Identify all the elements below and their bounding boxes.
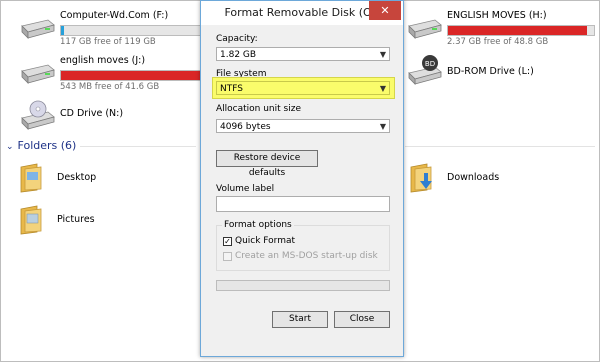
desktop-folder-icon xyxy=(20,163,42,193)
bd-rom-drive-icon: BD xyxy=(408,55,442,85)
allocation-select[interactable]: 4096 bytes ▼ xyxy=(216,119,390,133)
drive-name: CD Drive (N:) xyxy=(60,108,124,119)
quick-format-checkbox[interactable]: ✓ xyxy=(223,237,232,246)
drive-usage-fill xyxy=(61,26,64,35)
start-button[interactable]: Start xyxy=(272,311,328,328)
restore-defaults-button[interactable]: Restore device defaults xyxy=(216,150,318,178)
chevron-down-icon: ▼ xyxy=(379,50,386,59)
quick-format-label[interactable]: Quick Format xyxy=(235,236,295,246)
pictures-folder-icon xyxy=(20,205,42,235)
capacity-value: 1.82 GB xyxy=(220,50,257,60)
downloads-folder-icon xyxy=(410,163,432,193)
hard-drive-icon xyxy=(408,19,442,39)
drive-usage-bar xyxy=(60,70,208,81)
msdos-startup-label: Create an MS-DOS start-up disk xyxy=(235,251,378,261)
chevron-down-icon: ⌄ xyxy=(6,142,14,152)
allocation-label: Allocation unit size xyxy=(216,104,301,114)
capacity-label: Capacity: xyxy=(216,34,258,44)
format-options-label: Format options xyxy=(222,220,294,230)
filesystem-value: NTFS xyxy=(220,84,243,94)
cd-drive-icon xyxy=(21,100,55,130)
drive-usage-bar xyxy=(60,25,208,36)
filesystem-select[interactable]: NTFS ▼ xyxy=(216,81,390,95)
section-divider xyxy=(405,146,595,147)
folder-name: Desktop xyxy=(57,172,97,183)
drive-usage-fill xyxy=(61,71,206,80)
folder-name: Pictures xyxy=(57,214,95,225)
bd-badge: BD xyxy=(425,60,435,68)
section-divider xyxy=(80,146,196,147)
drive-name: BD-ROM Drive (L:) xyxy=(447,66,534,77)
folder-name: Downloads xyxy=(447,172,500,183)
chevron-down-icon: ▼ xyxy=(379,84,386,93)
volume-label-input[interactable] xyxy=(216,196,390,212)
chevron-down-icon: ▼ xyxy=(379,122,386,131)
format-progress-bar xyxy=(216,280,390,291)
dialog-titlebar[interactable]: Format Removable Disk (O:) ✕ xyxy=(201,1,403,25)
allocation-value: 4096 bytes xyxy=(220,122,271,132)
format-dialog: Format Removable Disk (O:) ✕ Capacity: 1… xyxy=(200,0,404,357)
format-options-group xyxy=(216,225,390,271)
close-button[interactable]: Close xyxy=(334,311,390,328)
drive-name: english moves (J:) xyxy=(60,55,146,66)
close-icon[interactable]: ✕ xyxy=(369,1,401,20)
volume-label: Volume label xyxy=(216,184,275,194)
drive-name: Computer-Wd.Com (F:) xyxy=(60,10,169,21)
drive-free-space: 543 MB free of 41.6 GB xyxy=(60,82,160,92)
capacity-select[interactable]: 1.82 GB ▼ xyxy=(216,47,390,61)
drive-name: ENGLISH MOVES (H:) xyxy=(447,10,547,21)
folders-section-header[interactable]: ⌄ Folders (6) xyxy=(6,139,76,152)
hard-drive-icon xyxy=(21,19,55,39)
drive-free-space: 2.37 GB free of 48.8 GB xyxy=(447,37,549,47)
drive-usage-fill xyxy=(448,26,587,35)
msdos-startup-checkbox xyxy=(223,252,232,261)
hard-drive-icon xyxy=(21,64,55,84)
drive-free-space: 117 GB free of 119 GB xyxy=(60,37,156,47)
folders-section-title: Folders (6) xyxy=(17,139,77,152)
drive-usage-bar xyxy=(447,25,595,36)
